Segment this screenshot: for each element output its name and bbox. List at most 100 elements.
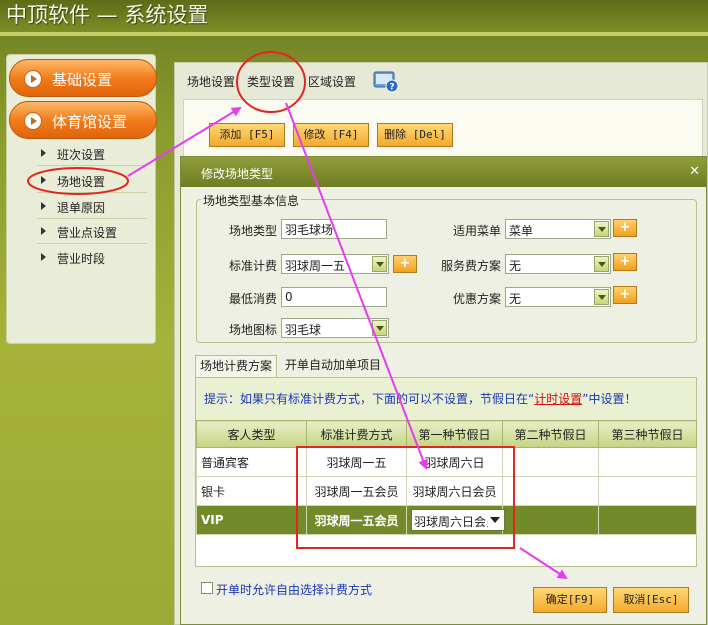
timing-settings-link[interactable]: 计时设置	[534, 392, 582, 406]
bullet-arrow-icon	[41, 253, 46, 261]
table-cell[interactable]: 羽球周六日会员	[406, 505, 505, 535]
column-header[interactable]: 第三种节假日	[598, 420, 697, 448]
billing-table: 客人类型 标准计费方式 第一种节假日 第二种节假日 第三种节假日 普通宾客 羽球…	[196, 420, 697, 535]
allow-free-billing-checkbox[interactable]	[201, 582, 213, 594]
header-divider	[0, 32, 708, 36]
table-cell[interactable]	[502, 447, 599, 477]
sidebar-item-label: 场地设置	[57, 175, 106, 189]
column-header[interactable]: 客人类型	[196, 420, 307, 448]
holiday-billing-select[interactable]: 羽球周六日会员	[411, 509, 505, 531]
table-cell[interactable]: 羽球周六日	[406, 447, 503, 477]
table-cell[interactable]	[502, 476, 599, 506]
column-header[interactable]: 标准计费方式	[306, 420, 407, 448]
table-cell[interactable]: 银卡	[196, 476, 307, 506]
sidebar-item-label: 退单原因	[57, 201, 106, 215]
cancel-button[interactable]: 取消[Esc]	[613, 587, 689, 613]
table-cell[interactable]	[598, 476, 697, 506]
sidebar-item-label: 班次设置	[57, 148, 106, 162]
tip-bar: 提示：如果只有标准计费方式，下面的可以不设置，节假日在“计时设置”中设置！	[196, 378, 696, 420]
tab-type-settings[interactable]: 类型设置	[247, 73, 295, 90]
sidebar-category-gym[interactable]: 体育馆设置	[9, 101, 157, 139]
divider	[37, 218, 147, 219]
sidebar-item-label: 营业时段	[57, 252, 106, 266]
expand-arrow-icon	[24, 112, 42, 130]
tab-area-settings[interactable]: 区域设置	[308, 73, 356, 90]
confirm-button[interactable]: 确定[F9]	[533, 587, 607, 613]
chevron-down-icon	[372, 320, 387, 336]
column-header[interactable]: 第二种节假日	[502, 420, 599, 448]
chevron-down-icon	[594, 221, 609, 237]
sidebar-item-business-point[interactable]: 营业点设置	[37, 222, 157, 242]
chevron-down-icon	[490, 517, 500, 523]
discount-label: 优惠方案	[452, 292, 501, 306]
sidebar-category-basic[interactable]: 基础设置	[9, 59, 157, 97]
table-cell[interactable]: 普通宾客	[196, 447, 307, 477]
help-icon[interactable]: ?	[373, 71, 399, 93]
select-value: 羽毛球	[285, 323, 322, 337]
table-row[interactable]: 银卡 羽球周一五会员 羽球周六日会员	[196, 476, 697, 506]
sidebar: 基础设置 体育馆设置 班次设置 场地设置 退单原因 营业点设置 营业时段	[6, 54, 157, 344]
service-fee-label: 服务费方案	[440, 259, 501, 273]
discount-select[interactable]: 无	[505, 287, 611, 307]
chevron-down-icon	[372, 256, 387, 272]
table-row[interactable]: 普通宾客 羽球周一五 羽球周六日	[196, 447, 697, 477]
venue-type-input[interactable]	[281, 219, 387, 239]
sidebar-item-business-hours[interactable]: 营业时段	[37, 248, 157, 268]
venue-type-label: 场地类型	[228, 224, 277, 238]
bullet-arrow-icon	[41, 227, 46, 235]
app-title: 中顶软件 — 系统设置	[6, 3, 209, 27]
venue-icon-label: 场地图标	[228, 323, 277, 337]
table-row-selected[interactable]: VIP 羽球周一五会员 羽球周六日会员	[196, 505, 697, 535]
close-icon[interactable]: ✕	[689, 164, 700, 179]
select-value: 无	[509, 292, 522, 306]
sidebar-category-label: 体育馆设置	[52, 113, 128, 131]
min-charge-label: 最低消费	[228, 292, 277, 306]
table-cell[interactable]	[502, 505, 599, 535]
select-value: 羽球周一五	[285, 259, 346, 273]
std-billing-label: 标准计费	[228, 259, 277, 273]
billing-plan-panel: 提示：如果只有标准计费方式，下面的可以不设置，节假日在“计时设置”中设置！ 客人…	[195, 377, 697, 567]
tip-text: 提示：如果只有标准计费方式，下面的可以不设置，节假日在“计时设置”中设置！	[204, 392, 637, 406]
table-cell[interactable]: 羽球周一五会员	[306, 505, 407, 535]
table-cell[interactable]	[598, 447, 697, 477]
subtab-auto-add-items[interactable]: 开单自动加单项目	[281, 355, 385, 377]
subtab-billing-plan[interactable]: 场地计费方案	[195, 355, 278, 377]
sidebar-item-shift[interactable]: 班次设置	[37, 144, 157, 164]
sidebar-item-cancel-reason[interactable]: 退单原因	[37, 197, 157, 217]
bullet-arrow-icon	[41, 149, 46, 157]
table-cell[interactable]: 羽球周六日会员	[406, 476, 503, 506]
column-header[interactable]: 第一种节假日	[406, 420, 503, 448]
add-billing-button[interactable]: +	[393, 255, 417, 273]
chevron-down-icon	[594, 289, 609, 305]
allow-free-billing-label: 开单时允许自由选择计费方式	[216, 583, 373, 597]
bullet-arrow-icon	[41, 202, 46, 210]
table-cell[interactable]: VIP	[196, 505, 307, 535]
divider	[37, 243, 147, 244]
venue-icon-select[interactable]: 羽毛球	[281, 318, 389, 338]
std-billing-select[interactable]: 羽球周一五	[281, 254, 389, 274]
add-discount-button[interactable]: +	[613, 286, 637, 304]
min-charge-input[interactable]	[281, 287, 387, 307]
basic-info-group: 场地类型基本信息 场地类型 标准计费 羽球周一五 + 最低消费 场地图标 羽毛球…	[196, 192, 697, 343]
sidebar-category-label: 基础设置	[52, 71, 113, 89]
tab-venue-settings[interactable]: 场地设置	[187, 73, 235, 90]
table-cell[interactable]: 羽球周一五	[306, 447, 407, 477]
delete-button[interactable]: 删除 [Del]	[377, 123, 453, 147]
edit-button[interactable]: 修改 [F4]	[293, 123, 369, 147]
add-button[interactable]: 添加 [F5]	[209, 123, 285, 147]
sidebar-item-label: 营业点设置	[57, 226, 118, 240]
expand-arrow-icon	[24, 70, 42, 88]
dialog-title-bar: 修改场地类型 ✕	[181, 157, 706, 187]
table-cell[interactable]: 羽球周一五会员	[306, 476, 407, 506]
table-cell[interactable]	[598, 505, 697, 535]
dialog-title: 修改场地类型	[201, 167, 274, 181]
bullet-arrow-icon	[41, 176, 46, 184]
add-service-fee-button[interactable]: +	[613, 253, 637, 271]
select-value: 菜单	[509, 224, 534, 238]
sidebar-item-venue[interactable]: 场地设置	[37, 171, 157, 191]
menu-select[interactable]: 菜单	[505, 219, 611, 239]
service-fee-select[interactable]: 无	[505, 254, 611, 274]
chevron-down-icon	[594, 256, 609, 272]
menu-label: 适用菜单	[452, 224, 501, 238]
add-menu-button[interactable]: +	[613, 219, 637, 237]
